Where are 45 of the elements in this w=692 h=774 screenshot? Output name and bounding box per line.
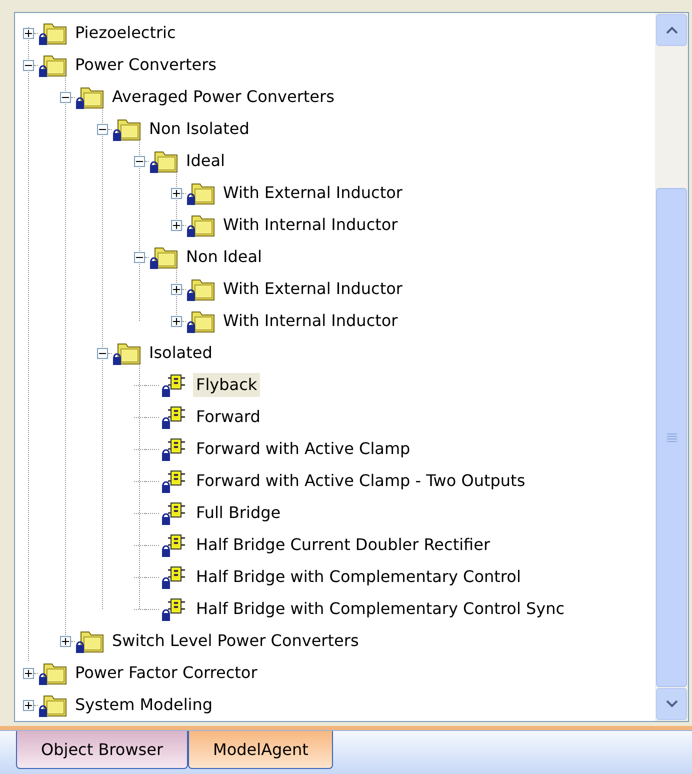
tree-item[interactable]: Non Ideal (183, 245, 265, 269)
expand-toggle[interactable] (171, 220, 182, 230)
tree-item[interactable]: Switch Level Power Converters (109, 629, 362, 653)
collapse-toggle[interactable] (134, 156, 145, 166)
tree-item[interactable]: Ideal (183, 149, 228, 173)
tree-item[interactable]: Forward with Active Clamp (193, 437, 414, 461)
tree-item[interactable]: Forward with Active Clamp - Two Outputs (193, 469, 528, 493)
expand-toggle[interactable] (171, 316, 182, 326)
tree-item[interactable]: With External Inductor (220, 181, 406, 205)
collapse-toggle[interactable] (97, 124, 108, 134)
tab[interactable]: ModelAgent (188, 731, 334, 769)
expand-toggle[interactable] (23, 28, 34, 38)
tab[interactable]: Object Browser (16, 731, 188, 769)
tree-item[interactable]: With Internal Inductor (220, 309, 401, 333)
tree-item[interactable]: With Internal Inductor (220, 213, 401, 237)
collapse-toggle[interactable] (23, 60, 34, 70)
tree-item[interactable]: Half Bridge Current Doubler Rectifier (193, 533, 494, 557)
tree-item[interactable]: Piezoelectric (72, 21, 179, 45)
chevron-down-icon (666, 700, 678, 708)
tree-item[interactable]: Isolated (146, 341, 216, 365)
tree-item[interactable]: Power Factor Corrector (72, 661, 260, 685)
tree-item[interactable]: Non Isolated (146, 117, 252, 141)
grip-icon (666, 433, 676, 442)
collapse-toggle[interactable] (97, 348, 108, 358)
tree-item[interactable]: Power Converters (72, 53, 220, 77)
collapse-toggle[interactable] (60, 92, 71, 102)
tree-item[interactable]: Half Bridge with Complementary Control (193, 565, 524, 589)
scroll-up-button[interactable] (656, 14, 687, 46)
chevron-up-icon (666, 26, 678, 34)
expand-toggle[interactable] (23, 668, 34, 678)
tree-item[interactable]: System Modeling (72, 693, 216, 717)
scroll-down-button[interactable] (656, 688, 687, 720)
tree-item[interactable]: Averaged Power Converters (109, 85, 338, 109)
expand-toggle[interactable] (171, 188, 182, 198)
tree-item[interactable]: Forward (193, 405, 264, 429)
scroll-thumb[interactable] (656, 188, 687, 687)
expand-toggle[interactable] (171, 284, 182, 294)
tree-item[interactable]: Full Bridge (193, 501, 284, 525)
expand-toggle[interactable] (60, 636, 71, 646)
tree-item[interactable]: Flyback (193, 373, 260, 397)
tree-item[interactable]: Half Bridge with Complementary Control Sync (193, 597, 568, 621)
expand-toggle[interactable] (23, 700, 34, 710)
collapse-toggle[interactable] (134, 252, 145, 262)
tree-item[interactable]: With External Inductor (220, 277, 406, 301)
scrollbar[interactable] (655, 13, 688, 721)
